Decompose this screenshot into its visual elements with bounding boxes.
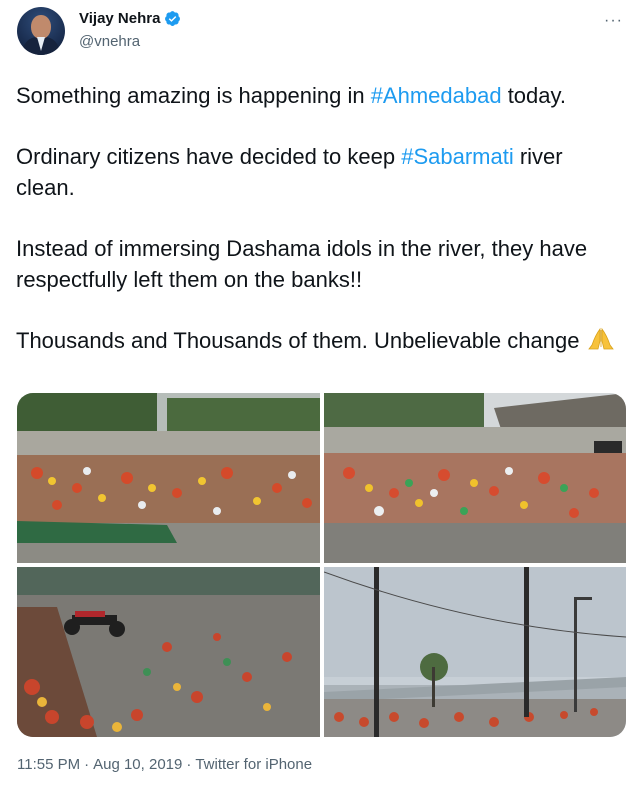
photo-1[interactable] — [17, 393, 320, 563]
photo-2[interactable] — [324, 393, 626, 563]
folded-hands-emoji — [587, 327, 614, 350]
author-handle[interactable]: @vnehra — [79, 33, 140, 50]
tweet-text: Something amazing is happening in #Ahmed… — [16, 80, 624, 386]
tweet-card: Vijay Nehra @vnehra ··· Something amazin… — [0, 0, 640, 788]
tweet-date[interactable]: Aug 10, 2019 — [93, 756, 182, 773]
hashtag-link[interactable]: #Ahmedabad — [371, 83, 502, 108]
tweet-text-segment: Thousands and Thousands of them. Unbelie… — [16, 328, 586, 353]
tweet-paragraph: Something amazing is happening in #Ahmed… — [16, 80, 624, 111]
verified-badge-icon — [165, 11, 181, 26]
display-name[interactable]: Vijay Nehra — [79, 10, 160, 27]
tweet-text-segment: Ordinary citizens have decided to keep — [16, 144, 402, 169]
author-name-row: Vijay Nehra — [79, 10, 181, 27]
hashtag-link[interactable]: #Sabarmati — [401, 144, 514, 169]
tweet-text-segment: Something amazing is happening in — [16, 83, 371, 108]
meta-separator: · — [84, 756, 90, 773]
tweet-paragraph: Ordinary citizens have decided to keep #… — [16, 141, 624, 203]
tweet-text-segment: Instead of immersing Dashama idols in th… — [16, 236, 588, 292]
photo-3[interactable] — [17, 567, 320, 737]
tweet-paragraph: Instead of immersing Dashama idols in th… — [16, 233, 624, 295]
avatar[interactable] — [17, 7, 65, 55]
tweet-text-segment: today. — [501, 83, 566, 108]
tweet-paragraph: Thousands and Thousands of them. Unbelie… — [16, 325, 624, 356]
media-grid — [17, 393, 626, 737]
tweet-time[interactable]: 11:55 PM — [17, 756, 80, 773]
photo-4[interactable] — [324, 567, 626, 737]
more-horizontal-icon[interactable]: ··· — [604, 12, 623, 30]
tweet-meta: 11:55 PM · Aug 10, 2019 · Twitter for iP… — [17, 756, 312, 773]
meta-separator: · — [186, 756, 192, 773]
tweet-source[interactable]: Twitter for iPhone — [195, 756, 312, 773]
